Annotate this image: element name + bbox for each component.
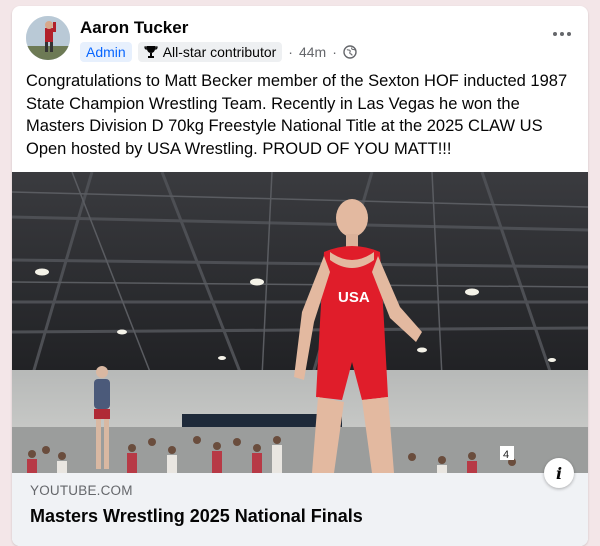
all-star-badge[interactable]: All-star contributor	[137, 42, 283, 62]
admin-badge[interactable]: Admin	[80, 42, 132, 62]
post-meta: Admin All-star contributor · 44m ·	[80, 41, 357, 63]
singlet-text: USA	[338, 289, 370, 306]
more-options-button[interactable]	[550, 26, 574, 42]
all-star-label: All-star contributor	[162, 44, 277, 60]
link-title[interactable]: Masters Wrestling 2025 National Finals	[30, 506, 363, 527]
info-icon: i	[555, 463, 563, 483]
meta-separator-2: ·	[332, 44, 337, 60]
link-domain: YOUTUBE.COM	[30, 483, 133, 498]
link-preview[interactable]: YOUTUBE.COM Masters Wrestling 2025 Natio…	[12, 473, 588, 546]
author-name[interactable]: Aaron Tucker	[80, 18, 188, 38]
post-time[interactable]: 44m	[299, 44, 326, 60]
post-card: Aaron Tucker Admin All-star contributor …	[12, 6, 588, 546]
more-horizontal-icon	[553, 32, 557, 36]
info-button[interactable]: i	[544, 458, 574, 488]
wrestler-photo: USA 4	[12, 172, 588, 473]
post-header: Aaron Tucker Admin All-star contributor …	[26, 16, 574, 66]
video-thumbnail[interactable]: USA 4	[12, 172, 588, 473]
avatar[interactable]	[26, 16, 70, 60]
trophy-icon	[144, 46, 158, 58]
meta-separator: ·	[288, 44, 293, 60]
mat-marker: 4	[503, 449, 509, 461]
post-text: Congratulations to Matt Becker member of…	[26, 72, 568, 158]
globe-icon[interactable]	[343, 45, 357, 59]
